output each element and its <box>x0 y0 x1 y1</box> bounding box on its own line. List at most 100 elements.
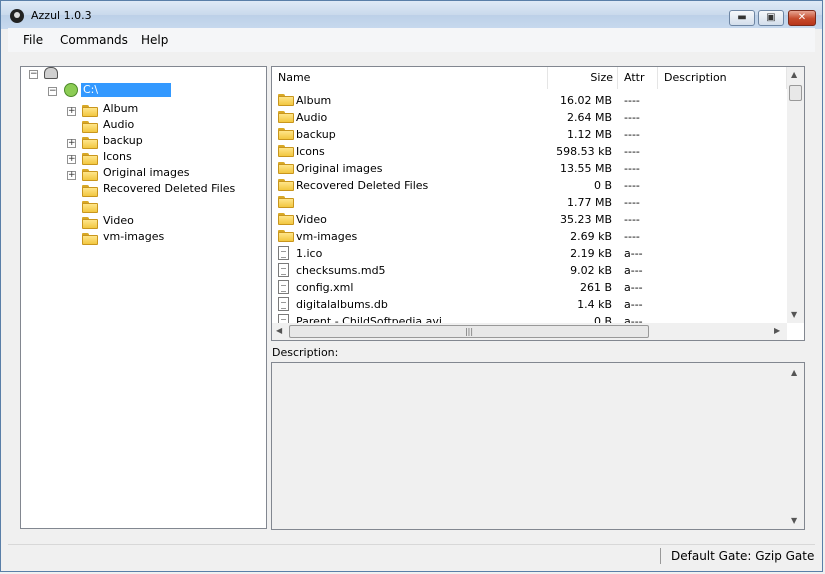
row-size: 2.69 kB <box>570 230 612 243</box>
row-name: Audio <box>296 111 328 124</box>
row-size: 13.55 MB <box>559 162 612 175</box>
folder-icon <box>278 179 294 191</box>
row-name: checksums.md5 <box>296 264 386 277</box>
row-size: 9.02 kB <box>570 264 612 277</box>
row-size: 598.53 kB <box>556 145 612 158</box>
title-bar[interactable]: Azzul 1.0.3 ▬ ▣ ✕ <box>1 1 822 29</box>
list-horizontal-scroll-thumb[interactable]: ||| <box>289 325 649 338</box>
menu-file[interactable]: File <box>23 33 43 47</box>
folder-icon <box>82 169 98 181</box>
folder-icon <box>82 201 98 213</box>
column-header-size[interactable]: Size <box>548 67 618 89</box>
file-icon <box>278 246 289 260</box>
folder-icon <box>82 153 98 165</box>
row-name: Recovered Deleted Files <box>296 179 429 192</box>
tree-collapse-computer-icon[interactable]: − <box>29 70 38 79</box>
list-row[interactable]: backup 1.12 MB ---- <box>272 126 787 143</box>
tree-item-label[interactable]: Recovered Deleted Files <box>103 182 235 195</box>
folder-icon <box>278 94 294 106</box>
close-button[interactable]: ✕ <box>788 10 816 26</box>
row-attr: a--- <box>624 264 643 277</box>
list-row[interactable]: Original images 13.55 MB ---- <box>272 160 787 177</box>
computer-icon <box>44 67 58 79</box>
description-panel: ▲ ▼ <box>271 362 805 530</box>
scroll-right-arrow-icon[interactable]: ▶ <box>774 326 780 335</box>
file-icon <box>278 263 289 277</box>
description-label: Description: <box>272 346 339 359</box>
maximize-button[interactable]: ▣ <box>758 10 784 26</box>
list-row[interactable]: Album 16.02 MB ---- <box>272 92 787 109</box>
tree-expand-icon[interactable]: + <box>67 155 76 164</box>
folder-icon <box>82 105 98 117</box>
row-size: 1.4 kB <box>577 298 612 311</box>
scroll-down-arrow-icon[interactable]: ▼ <box>791 310 797 319</box>
file-list[interactable]: Name Size Attr Description Album 16.02 MB… <box>271 66 805 341</box>
tree-item-label[interactable]: Original images <box>103 166 190 179</box>
list-row[interactable]: 1.77 MB ---- <box>272 194 787 211</box>
tree-item-label[interactable]: Audio <box>103 118 134 131</box>
minimize-button[interactable]: ▬ <box>729 10 755 26</box>
tree-item-label[interactable]: vm-images <box>103 230 164 243</box>
tree-expand-icon[interactable]: + <box>67 139 76 148</box>
folder-icon <box>82 137 98 149</box>
row-size: 1.12 MB <box>566 128 612 141</box>
app-icon[interactable] <box>10 9 24 23</box>
row-attr: ---- <box>624 145 640 158</box>
list-row[interactable]: checksums.md5 9.02 kB a--- <box>272 262 787 279</box>
tree-item-label[interactable]: Icons <box>103 150 132 163</box>
row-attr: ---- <box>624 230 640 243</box>
scroll-up-arrow-icon[interactable]: ▲ <box>791 70 797 79</box>
column-header-description[interactable]: Description <box>658 67 787 89</box>
folder-icon <box>82 185 98 197</box>
row-name: vm-images <box>296 230 358 243</box>
list-row[interactable]: Video 35.23 MB ---- <box>272 211 787 228</box>
description-scroll-down-icon[interactable]: ▼ <box>791 516 797 525</box>
folder-icon <box>278 128 294 140</box>
folder-icon <box>278 230 294 242</box>
tree-collapse-drive-icon[interactable]: − <box>48 87 57 96</box>
list-row[interactable]: config.xml 261 B a--- <box>272 279 787 296</box>
tree-drive-label[interactable]: C:\ <box>81 83 171 97</box>
menu-help[interactable]: Help <box>141 33 168 47</box>
column-header-attr[interactable]: Attr <box>618 67 658 89</box>
row-size: 261 B <box>579 281 612 294</box>
row-name: Album <box>296 94 332 107</box>
folder-icon <box>278 196 294 208</box>
menu-bar: File Commands Help <box>8 28 815 52</box>
list-row[interactable]: Icons 598.53 kB ---- <box>272 143 787 160</box>
row-size: 2.64 MB <box>566 111 612 124</box>
list-horizontal-scrollbar[interactable]: ◀ ||| ▶ <box>272 323 787 340</box>
file-icon <box>278 280 289 294</box>
description-scroll-up-icon[interactable]: ▲ <box>791 368 797 377</box>
tree-expand-icon[interactable]: + <box>67 107 76 116</box>
row-name: Video <box>296 213 327 226</box>
row-attr: ---- <box>624 162 640 175</box>
row-name: digitalalbums.db <box>296 298 388 311</box>
status-bar: Default Gate: Gzip Gate <box>8 544 815 567</box>
scroll-left-arrow-icon[interactable]: ◀ <box>276 326 282 335</box>
row-attr: ---- <box>624 213 640 226</box>
row-name: Original images <box>296 162 383 175</box>
folder-tree[interactable] <box>20 66 267 529</box>
tree-item-label[interactable]: Album <box>103 102 138 115</box>
tree-item-label[interactable]: backup <box>103 134 143 147</box>
menu-commands[interactable]: Commands <box>60 33 128 47</box>
description-scrollbar[interactable]: ▲ ▼ <box>787 363 804 529</box>
tree-item-label[interactable]: Video <box>103 214 134 227</box>
status-separator <box>660 548 661 564</box>
tree-expand-icon[interactable]: + <box>67 171 76 180</box>
column-header-name[interactable]: Name <box>272 67 548 89</box>
list-vertical-scrollbar[interactable]: ▲ ▼ <box>787 67 804 323</box>
list-vertical-scroll-thumb[interactable] <box>789 85 802 101</box>
list-row[interactable]: 1.ico 2.19 kB a--- <box>272 245 787 262</box>
row-attr: ---- <box>624 179 640 192</box>
list-row[interactable]: digitalalbums.db 1.4 kB a--- <box>272 296 787 313</box>
row-attr: a--- <box>624 247 643 260</box>
window-title: Azzul 1.0.3 <box>31 9 92 22</box>
drive-icon <box>64 83 78 97</box>
list-row[interactable]: Audio 2.64 MB ---- <box>272 109 787 126</box>
folder-icon <box>278 162 294 174</box>
list-row[interactable]: Recovered Deleted Files 0 B ---- <box>272 177 787 194</box>
row-name: 1.ico <box>296 247 323 260</box>
list-row[interactable]: vm-images 2.69 kB ---- <box>272 228 787 245</box>
